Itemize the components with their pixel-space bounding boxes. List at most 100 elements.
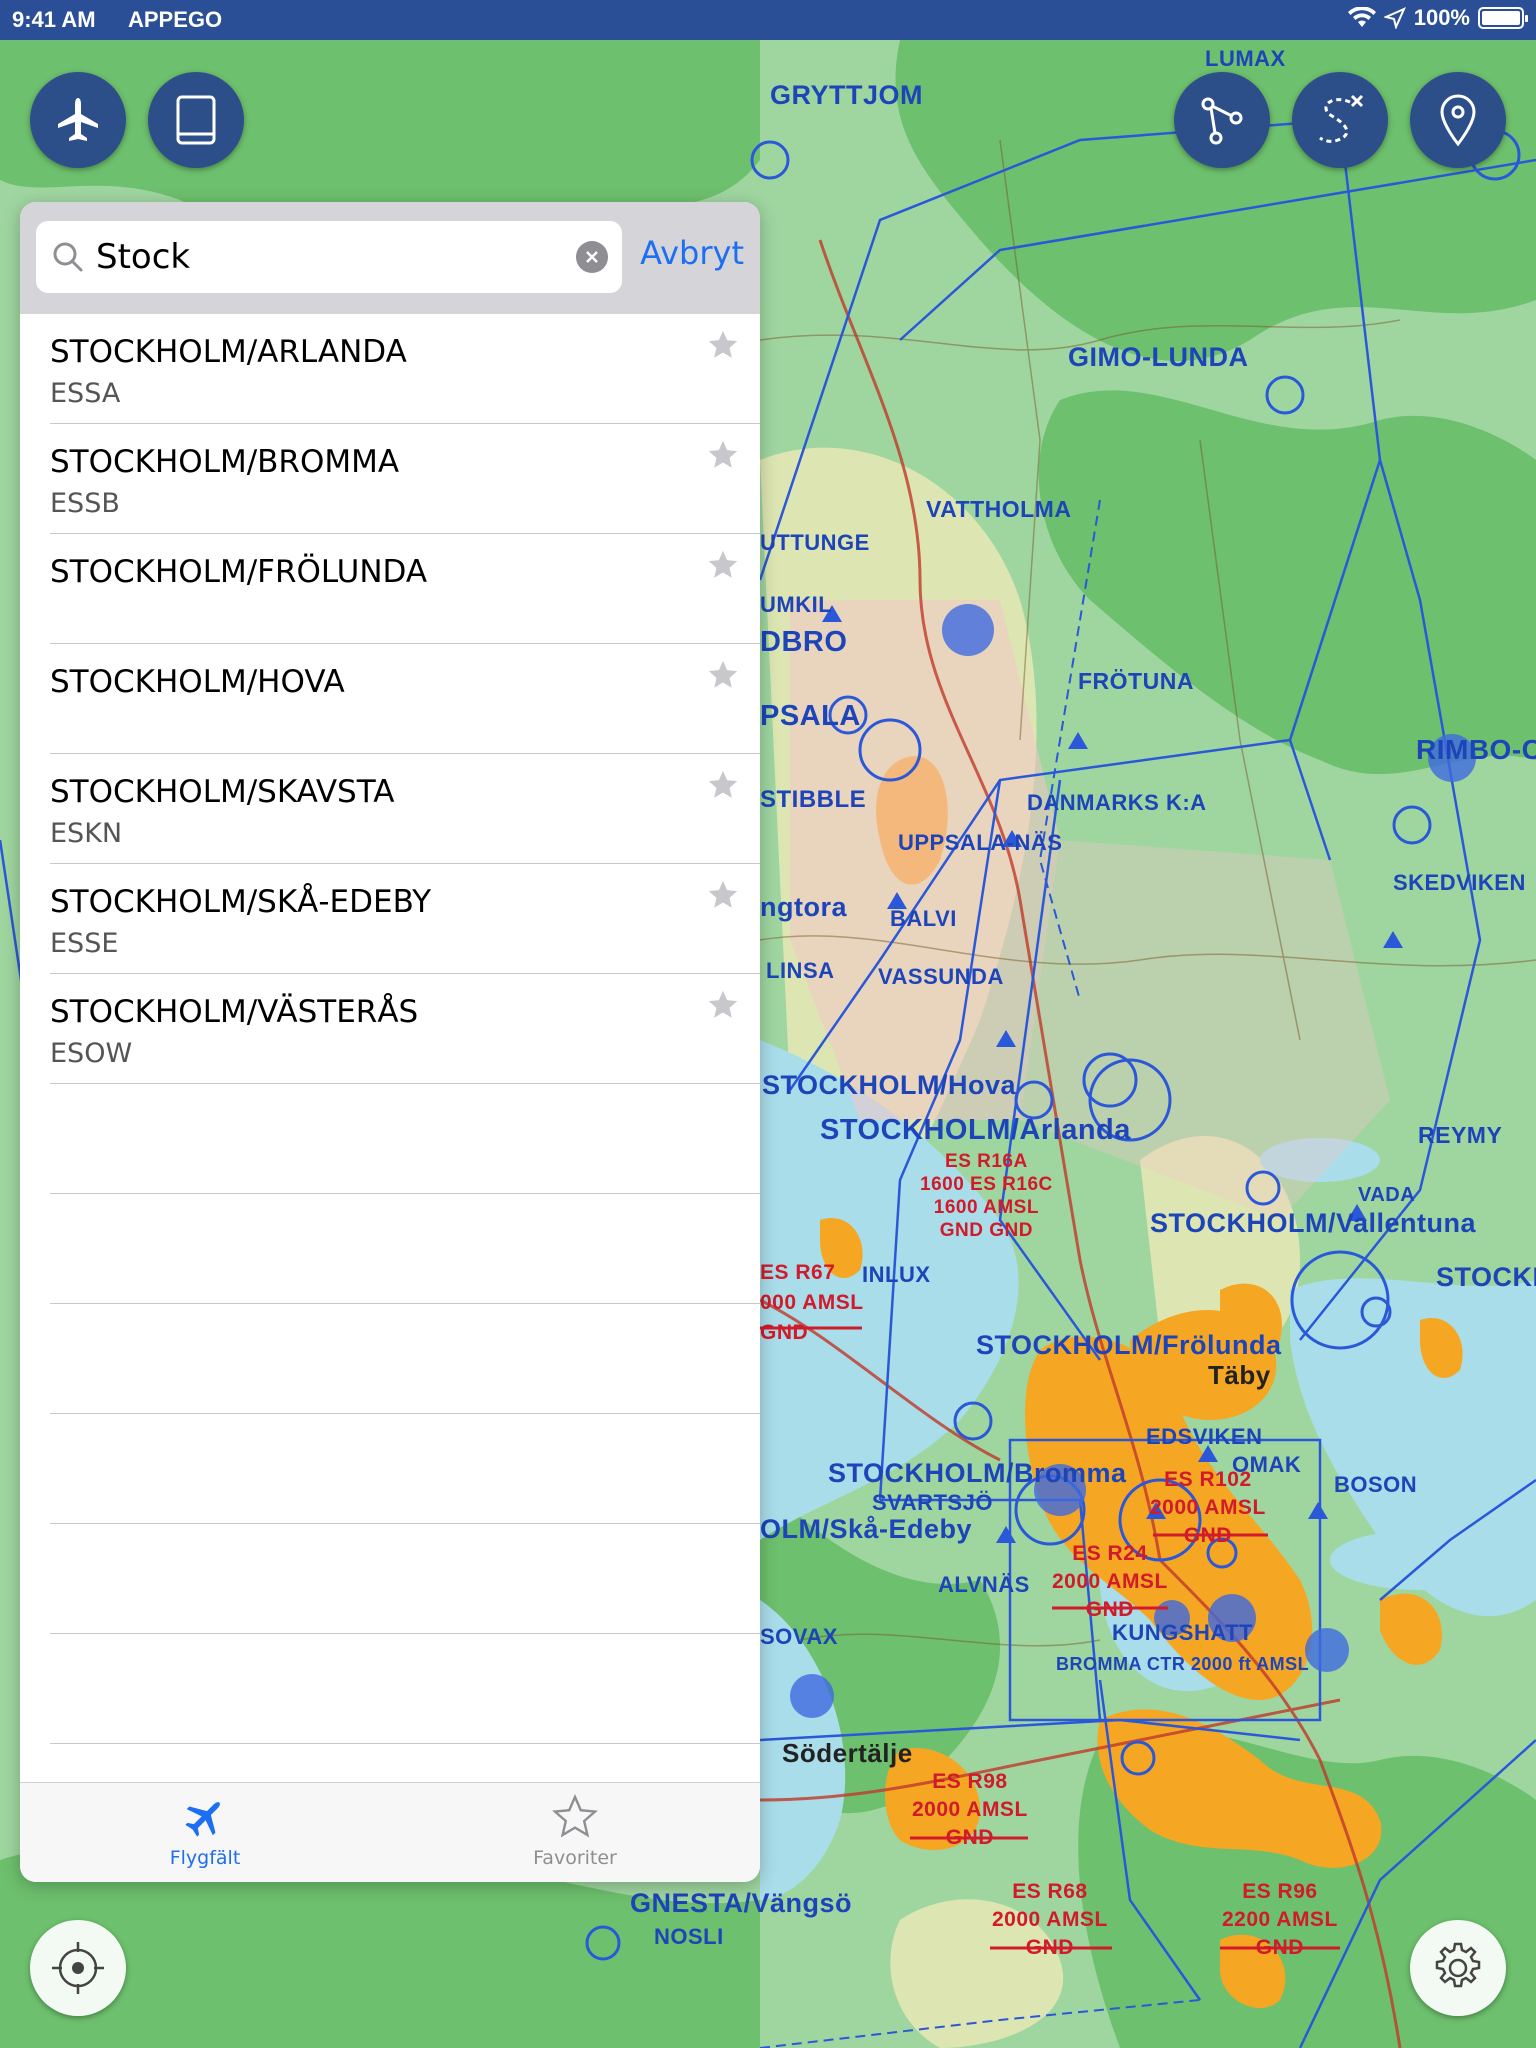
map-label-taby: Täby <box>1208 1360 1271 1390</box>
curved-route-button[interactable] <box>1292 72 1388 168</box>
star-icon[interactable] <box>706 438 740 472</box>
battery-icon <box>1478 7 1528 29</box>
list-item[interactable]: STOCKHOLM/VÄSTERÅS ESOW <box>50 974 760 1084</box>
settings-button[interactable] <box>1410 1920 1506 2016</box>
star-icon[interactable] <box>706 988 740 1022</box>
clear-search-icon[interactable] <box>576 241 608 273</box>
airfield-name: STOCKHOLM/ARLANDA <box>50 334 407 370</box>
list-item[interactable]: STOCKHOLM/ARLANDA ESSA <box>50 314 760 424</box>
flights-button[interactable] <box>30 72 126 168</box>
wifi-icon <box>1347 7 1376 27</box>
airfield-name: STOCKHOLM/SKAVSTA <box>50 774 395 810</box>
tab-airfields[interactable]: Flygfält <box>20 1783 390 1882</box>
cancel-button[interactable]: Avbryt <box>640 234 744 272</box>
route-button[interactable] <box>1174 72 1270 168</box>
status-bar: 9:41 AM APPEGO 100% <box>0 0 1536 40</box>
map-label-vada: VADA <box>1358 1184 1416 1206</box>
map-label-stockholm-bromma: STOCKHOLM/Bromma <box>828 1458 1127 1488</box>
map-label-svartsjo: SVARTSJÖ <box>872 1490 993 1515</box>
star-icon <box>552 1794 598 1838</box>
map-label-nosli: NOSLI <box>654 1924 724 1949</box>
map-label-es-r68: ES R68 2000 AMSL GND <box>992 1880 1108 1959</box>
star-icon[interactable] <box>706 878 740 912</box>
airfield-code: ESSA <box>50 378 121 409</box>
airfield-search-panel: Avbryt STOCKHOLM/ARLANDA ESSA STOCKHOLM/… <box>20 202 760 1882</box>
empty-row <box>50 1304 760 1414</box>
map-label-vassunda: VASSUNDA <box>878 964 1004 989</box>
map-label-vattholma: VATTHOLMA <box>926 496 1072 522</box>
location-arrow-icon <box>1383 7 1406 29</box>
map-label-es-r102: ES R102 2000 AMSL GND <box>1150 1468 1266 1547</box>
star-icon[interactable] <box>706 768 740 802</box>
battery-percent: 100% <box>1413 5 1470 30</box>
tab-favorites-label: Favoriter <box>533 1847 617 1869</box>
map-label-balvi: BALVI <box>890 906 957 931</box>
map-label-stockholm-hova: STOCKHOLM/Hova <box>762 1070 1017 1100</box>
map-label-umkil: UMKIL <box>760 592 833 617</box>
map-label-es-r96: ES R96 2200 AMSL GND <box>1222 1880 1338 1959</box>
status-right: 100% <box>1347 5 1528 31</box>
map-label-linsa: LINSA <box>766 958 835 983</box>
airfield-code: ESSB <box>50 488 120 519</box>
map-label-gnesta: GNESTA/Vängsö <box>630 1888 853 1918</box>
map-label-stockholm-vallentuna: STOCKHOLM/Vallentuna <box>1150 1208 1477 1238</box>
airfield-name: STOCKHOLM/HOVA <box>50 664 345 700</box>
status-carrier: APPEGO <box>128 7 223 32</box>
airfield-name: STOCKHOLM/VÄSTERÅS <box>50 994 419 1030</box>
tab-bar: Flygfält Favoriter <box>20 1782 760 1882</box>
map-label-bromma-ctr: BROMMA CTR 2000 ft AMSL <box>1056 1654 1310 1674</box>
curve-route-icon <box>1319 94 1364 143</box>
empty-row <box>50 1634 760 1744</box>
list-item[interactable]: STOCKHOLM/FRÖLUNDA <box>50 534 760 644</box>
map-label-lumax: LUMAX <box>1205 46 1286 71</box>
map-label-sovax: SOVAX <box>760 1624 838 1649</box>
search-icon <box>53 242 83 272</box>
list-item[interactable]: STOCKHOLM/SKÅ-EDEBY ESSE <box>50 864 760 974</box>
search-field[interactable] <box>36 221 622 293</box>
locate-me-button[interactable] <box>30 1920 126 2016</box>
map-label-inlux: INLUX <box>862 1262 931 1287</box>
empty-row <box>50 1524 760 1634</box>
airfield-code: ESKN <box>50 818 123 849</box>
book-icon <box>176 95 216 145</box>
map-label-stibble: STIBBLE <box>760 786 867 813</box>
tab-favorites[interactable]: Favoriter <box>390 1783 760 1882</box>
star-icon[interactable] <box>706 328 740 362</box>
airfield-name: STOCKHOLM/FRÖLUNDA <box>50 554 428 590</box>
map-label-es-r98: ES R98 2000 AMSL GND <box>912 1770 1028 1849</box>
gear-icon <box>1435 1942 1481 1988</box>
tab-airfields-label: Flygfält <box>169 1847 241 1869</box>
documents-button[interactable] <box>148 72 244 168</box>
map-label-rimbo: RIMBO-C <box>1416 734 1536 765</box>
list-item[interactable]: STOCKHOLM/BROMMA ESSB <box>50 424 760 534</box>
waypoint-button[interactable] <box>1410 72 1506 168</box>
map-label-stockh-edge: STOCKH <box>1436 1262 1536 1292</box>
star-icon[interactable] <box>706 658 740 692</box>
map-label-alvnas: ALVNÄS <box>938 1572 1030 1597</box>
airfield-code: ESSE <box>50 928 119 959</box>
map-label-boson: BOSON <box>1334 1472 1418 1497</box>
empty-row <box>50 1084 760 1194</box>
airplane-icon <box>58 98 98 141</box>
airfield-name: STOCKHOLM/BROMMA <box>50 444 400 480</box>
map-label-reymy: REYMY <box>1418 1122 1503 1148</box>
star-icon[interactable] <box>706 548 740 582</box>
route-icon <box>1201 97 1243 145</box>
empty-row <box>50 1194 760 1304</box>
empty-row <box>50 1414 760 1524</box>
map-label-psala: PSALA <box>760 700 861 732</box>
map-label-uppsala-nas: UPPSALA-NÄS <box>898 830 1063 855</box>
map-label-dbro: DBRO <box>760 626 848 658</box>
airfield-code: ESOW <box>50 1038 133 1069</box>
list-item[interactable]: STOCKHOLM/SKAVSTA ESKN <box>50 754 760 864</box>
list-item[interactable]: STOCKHOLM/HOVA <box>50 644 760 754</box>
map-label-ngtora: ngtora <box>760 892 847 922</box>
map-label-danmarks: DANMARKS K:A <box>1027 790 1207 815</box>
map-label-gryttjom: GRYTTJOM <box>770 80 924 110</box>
airfield-name: STOCKHOLM/SKÅ-EDEBY <box>50 884 432 920</box>
map-label-edsviken: EDSVIKEN <box>1146 1424 1263 1449</box>
search-bar: Avbryt <box>20 202 760 314</box>
search-input[interactable] <box>96 231 556 283</box>
map-label-skedviken: SKEDVIKEN <box>1393 870 1526 895</box>
map-label-es-r67: ES R67 000 AMSL GND <box>760 1261 864 1344</box>
